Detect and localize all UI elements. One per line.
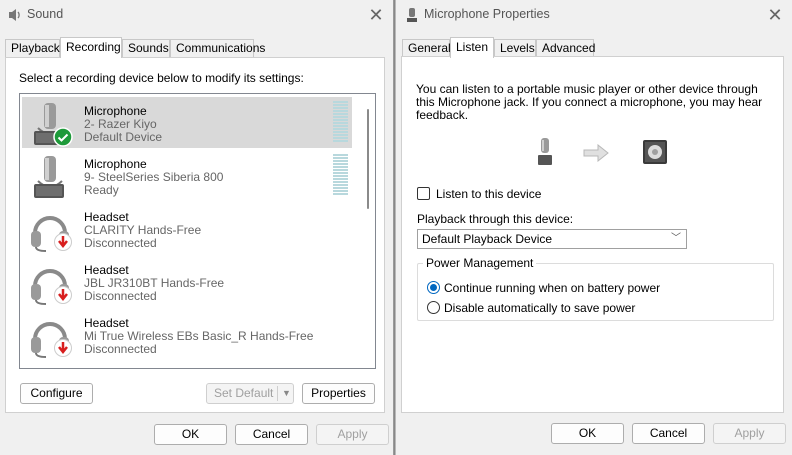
mic-titlebar: Microphone Properties ✕ [396,0,792,30]
device-item-mi-true-wireless[interactable]: Headset Mi True Wireless EBs Basic_R Han… [22,309,352,360]
listen-to-device-label[interactable]: Listen to this device [436,187,541,201]
microphone-icon [538,138,552,165]
device-item-razer-kiyo[interactable]: Microphone 2- Razer Kiyo Default Device [22,97,352,148]
tab-advanced[interactable]: Advanced [536,39,595,57]
mic-close-button[interactable]: ✕ [764,4,786,26]
microphone-icon [34,156,64,198]
level-meter [333,101,348,144]
device-name: Microphone [84,157,147,171]
listen-panel: You can listen to a portable music playe… [401,56,784,413]
recording-instruction: Select a recording device below to modif… [19,71,304,85]
properties-button[interactable]: Properties [302,383,375,404]
set-default-label: Set Default [214,386,274,400]
device-detail: Mi True Wireless EBs Basic_R Hands-Free [84,329,314,343]
mic-window-title: Microphone Properties [424,7,550,21]
sound-titlebar: Sound ✕ [0,0,393,30]
sound-window-title: Sound [27,7,64,21]
speaker-icon [9,9,20,21]
configure-button[interactable]: Configure [20,383,93,404]
mic-apply-button[interactable]: Apply [713,423,786,444]
device-list-scrollbar[interactable] [367,109,369,209]
disconnected-arrow-icon [54,286,72,304]
device-status: Default Device [84,130,163,144]
device-name: Headset [84,210,129,224]
device-detail: CLARITY Hands-Free [84,223,202,237]
level-meter [333,154,348,197]
split-divider [277,386,278,401]
tab-playback[interactable]: Playback [5,39,60,57]
sound-window: Sound ✕ Playback Recording Sounds Commun… [0,0,394,455]
continue-running-label[interactable]: Continue running when on battery power [444,281,660,295]
playback-device-value: Default Playback Device [422,232,553,246]
device-name: Headset [84,316,129,330]
tab-listen[interactable]: Listen [450,37,494,58]
default-check-icon [53,127,73,147]
microphone-icon [407,8,417,22]
device-name: Microphone [84,104,147,118]
device-item-steelseries[interactable]: Microphone 9- SteelSeries Siberia 800 Re… [22,150,352,201]
playback-through-label: Playback through this device: [417,212,574,226]
power-management-title: Power Management [423,256,537,270]
device-item-jbl[interactable]: Headset JBL JR310BT Hands-Free Disconnec… [22,256,352,307]
listen-to-device-checkbox[interactable] [417,187,430,200]
device-detail: JBL JR310BT Hands-Free [84,276,225,290]
sound-close-button[interactable]: ✕ [365,4,387,26]
tab-communications[interactable]: Communications [170,39,265,57]
disable-automatically-radio[interactable] [427,301,440,314]
listen-description-line-3: feedback. [416,108,469,122]
sound-apply-button[interactable]: Apply [316,424,389,445]
device-name: Headset [84,263,129,277]
tab-sounds[interactable]: Sounds [122,39,170,57]
tab-recording[interactable]: Recording [60,37,122,58]
chevron-down-icon[interactable]: ▼ [282,384,291,403]
device-status: Disconnected [84,342,157,356]
chevron-down-icon: ﹀ [671,233,681,244]
device-status: Disconnected [84,236,157,250]
disconnected-arrow-icon [54,339,72,357]
device-detail: 9- SteelSeries Siberia 800 [84,170,224,184]
recording-device-list[interactable]: Microphone 2- Razer Kiyo Default Device … [19,93,376,369]
disable-automatically-label[interactable]: Disable automatically to save power [444,301,635,315]
device-item-clarity[interactable]: Headset CLARITY Hands-Free Disconnected [22,203,352,254]
sound-cancel-button[interactable]: Cancel [235,424,308,445]
speaker-icon [643,140,667,164]
set-default-button[interactable]: Set Default ▼ [206,383,294,404]
listen-description-line-2: this Microphone jack. If you connect a m… [416,95,763,109]
mic-ok-button[interactable]: OK [551,423,624,444]
continue-running-radio[interactable] [427,281,440,294]
device-status: Ready [84,183,119,197]
device-detail: 2- Razer Kiyo [84,117,157,131]
mic-cancel-button[interactable]: Cancel [632,423,705,444]
device-status: Disconnected [84,289,157,303]
playback-device-select[interactable]: Default Playback Device ﹀ [417,229,687,249]
mic-properties-window: Microphone Properties ✕ General Listen L… [395,0,792,455]
tab-levels[interactable]: Levels [494,39,536,57]
sound-ok-button[interactable]: OK [154,424,227,445]
disconnected-arrow-icon [54,233,72,251]
arrow-right-icon [583,144,609,162]
tab-general[interactable]: General [402,39,451,57]
power-management-group: Power Management Continue running when o… [417,256,774,321]
listen-description-line-1: You can listen to a portable music playe… [416,82,758,96]
